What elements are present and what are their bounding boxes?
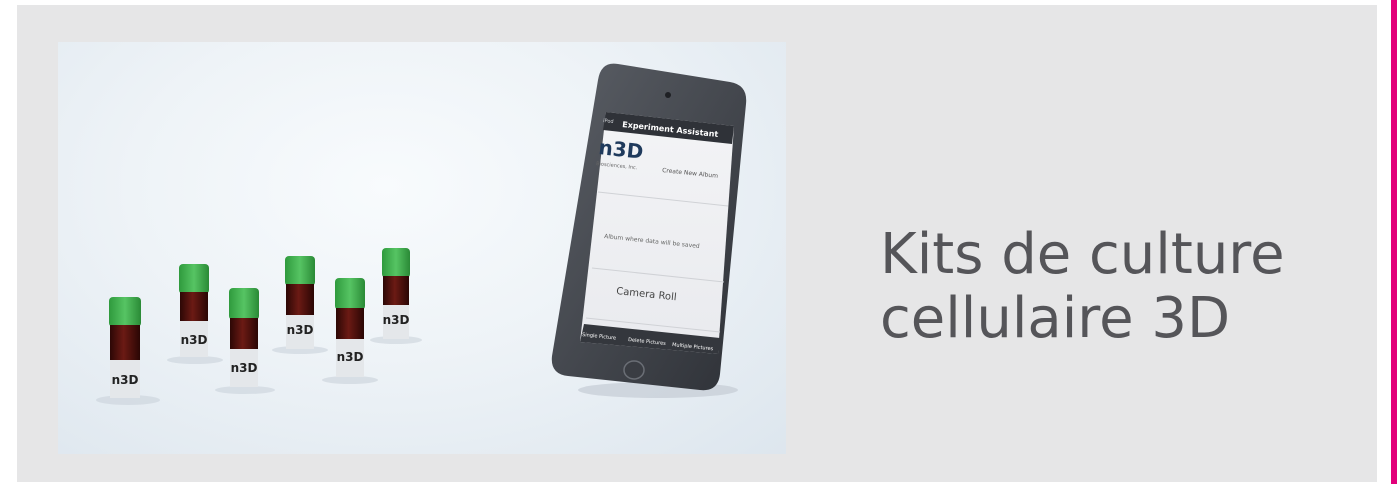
phone-camera (665, 92, 671, 98)
vial-label: n3D (337, 350, 364, 364)
phone: iPod Experiment Assistant n3D Bioscience… (551, 63, 747, 391)
vial: n3D (285, 256, 315, 349)
caption-heading: Kits de culture cellulaire 3D (880, 223, 1360, 351)
vial: n3D (179, 264, 209, 357)
vial: n3D (109, 297, 141, 398)
accent-bar (1391, 0, 1397, 484)
phone-status: iPod (603, 118, 614, 125)
vial-label: n3D (231, 361, 258, 375)
vial-label: n3D (181, 333, 208, 347)
vial-label: n3D (287, 323, 314, 337)
vial-label: n3D (112, 373, 139, 387)
caption-line-2: cellulaire 3D (880, 286, 1231, 351)
vial: n3D (382, 248, 410, 339)
caption-line-1: Kits de culture (880, 222, 1285, 287)
phone-logo: n3D (597, 135, 644, 164)
vial-label: n3D (383, 313, 410, 327)
vial: n3D (229, 288, 259, 387)
vial: n3D (335, 278, 365, 377)
phone-home-button (623, 360, 645, 380)
product-photo: n3D n3D n3D n3D n3D n3D iPod Experiment … (58, 42, 786, 454)
